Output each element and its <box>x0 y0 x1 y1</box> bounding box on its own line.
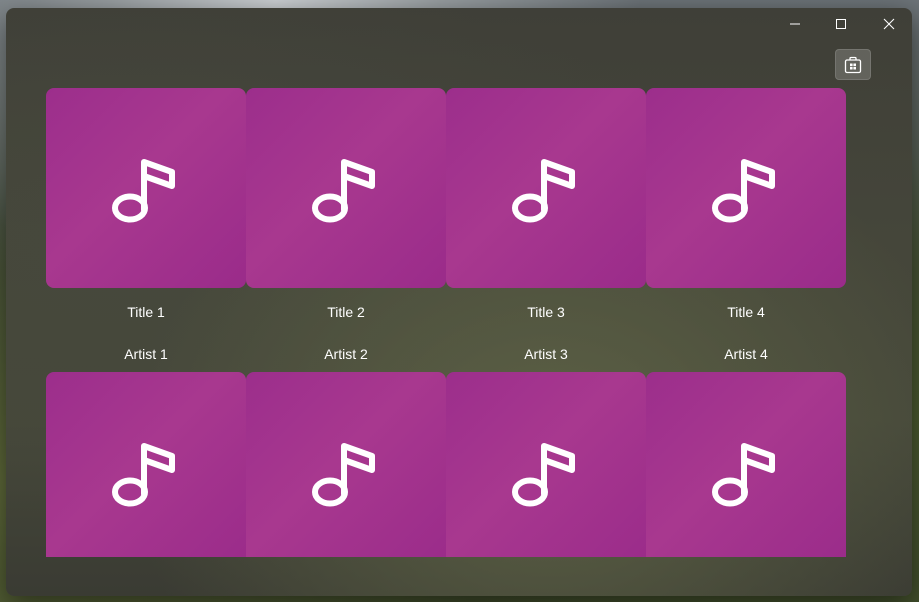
music-note-icon <box>112 159 175 223</box>
music-note-icon <box>312 159 375 223</box>
album-title: Title 1 <box>127 304 165 320</box>
music-note-icon <box>712 443 775 507</box>
album-grid: Title 1 Artist 1 Title 2 Artist 2 Title 3 Art… <box>46 88 846 557</box>
album-tile[interactable] <box>246 372 446 557</box>
store-button[interactable] <box>835 49 871 80</box>
album-artist: Artist 2 <box>324 346 368 362</box>
music-note-icon <box>712 159 775 223</box>
album-artist: Artist 1 <box>124 346 168 362</box>
app-window: Title 1 Artist 1 Title 2 Artist 2 Title 3 Art… <box>6 8 912 596</box>
minimize-icon <box>790 23 800 25</box>
maximize-button[interactable] <box>818 8 864 40</box>
store-icon <box>844 56 862 73</box>
album-title: Title 4 <box>727 304 765 320</box>
album-tile[interactable] <box>46 88 246 288</box>
album-title: Title 2 <box>327 304 365 320</box>
music-note-icon <box>312 443 375 507</box>
album-tile[interactable] <box>446 372 646 557</box>
close-button[interactable] <box>866 8 912 40</box>
maximize-icon <box>836 19 846 29</box>
album-tile[interactable] <box>46 372 246 557</box>
music-note-icon <box>112 443 175 507</box>
album-tile[interactable] <box>246 88 446 288</box>
album-title: Title 3 <box>527 304 565 320</box>
album-tile[interactable] <box>646 372 846 557</box>
album-artist: Artist 4 <box>724 346 768 362</box>
music-note-icon <box>512 159 575 223</box>
album-tile[interactable] <box>446 88 646 288</box>
album-tile[interactable] <box>646 88 846 288</box>
music-note-icon <box>512 443 575 507</box>
album-artist: Artist 3 <box>524 346 568 362</box>
minimize-button[interactable] <box>772 8 818 40</box>
close-icon <box>883 18 895 30</box>
